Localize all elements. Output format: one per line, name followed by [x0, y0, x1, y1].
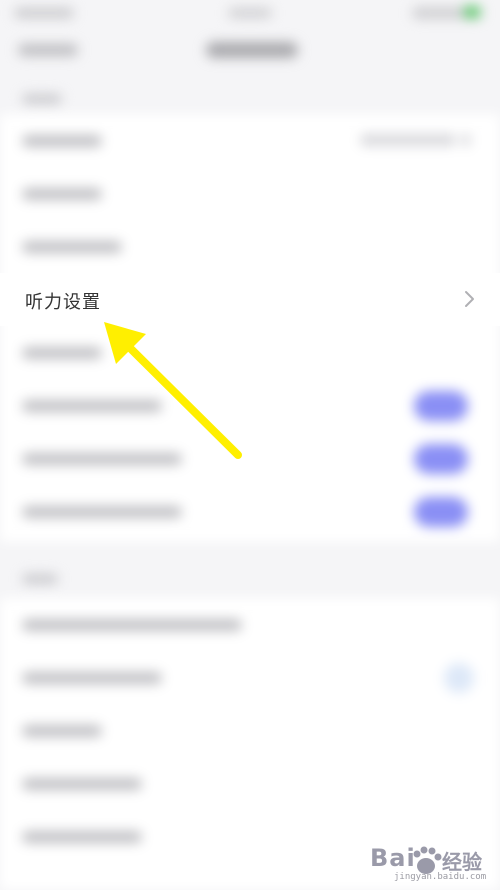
chevron-right-icon: [462, 134, 470, 146]
section-header-label: [22, 94, 62, 104]
toggle-switch[interactable]: [444, 663, 474, 693]
row-label: [22, 347, 102, 359]
toggle-switch[interactable]: [414, 497, 468, 527]
row-label: [22, 135, 102, 147]
toggle-switch[interactable]: [414, 444, 468, 474]
battery-icon: [464, 6, 480, 18]
status-carrier: [14, 8, 74, 18]
status-time: [228, 8, 272, 18]
settings-group-1: [0, 114, 500, 542]
row-label: [22, 188, 102, 200]
settings-row[interactable]: [0, 598, 500, 651]
page-title: [206, 42, 298, 58]
row-label: [22, 506, 182, 518]
row-label: [22, 400, 162, 412]
settings-row[interactable]: [0, 704, 500, 757]
settings-row[interactable]: [0, 379, 500, 432]
back-button[interactable]: [18, 44, 78, 56]
watermark-logo: Bai 经验 jingyan.baidu.com: [360, 842, 490, 882]
row-label: [22, 831, 142, 843]
settings-item-hearing[interactable]: 听力设置: [0, 273, 500, 326]
row-label: [22, 778, 142, 790]
watermark-brand-cn: 经验: [442, 850, 482, 874]
section-header-1: [0, 84, 500, 114]
settings-row[interactable]: [0, 432, 500, 485]
settings-row[interactable]: [0, 326, 500, 379]
settings-item-hearing-label: 听力设置: [25, 292, 101, 313]
section-header-2: [0, 542, 500, 604]
nav-bar: [0, 28, 500, 74]
toggle-switch[interactable]: [414, 391, 468, 421]
row-label: [22, 725, 102, 737]
settings-row[interactable]: [0, 114, 500, 167]
settings-row[interactable]: [0, 757, 500, 810]
settings-row[interactable]: [0, 167, 500, 220]
row-value: [360, 134, 456, 146]
row-label: [22, 453, 182, 465]
status-bar: [0, 0, 500, 30]
settings-row[interactable]: [0, 220, 500, 273]
chevron-right-icon: [465, 291, 474, 307]
row-label: [22, 619, 242, 631]
watermark-url: jingyan.baidu.com: [394, 872, 487, 882]
settings-row[interactable]: [0, 485, 500, 538]
row-label: [22, 241, 122, 253]
row-label: [22, 672, 162, 684]
section-header-label: [22, 574, 58, 584]
settings-row[interactable]: [0, 651, 500, 704]
